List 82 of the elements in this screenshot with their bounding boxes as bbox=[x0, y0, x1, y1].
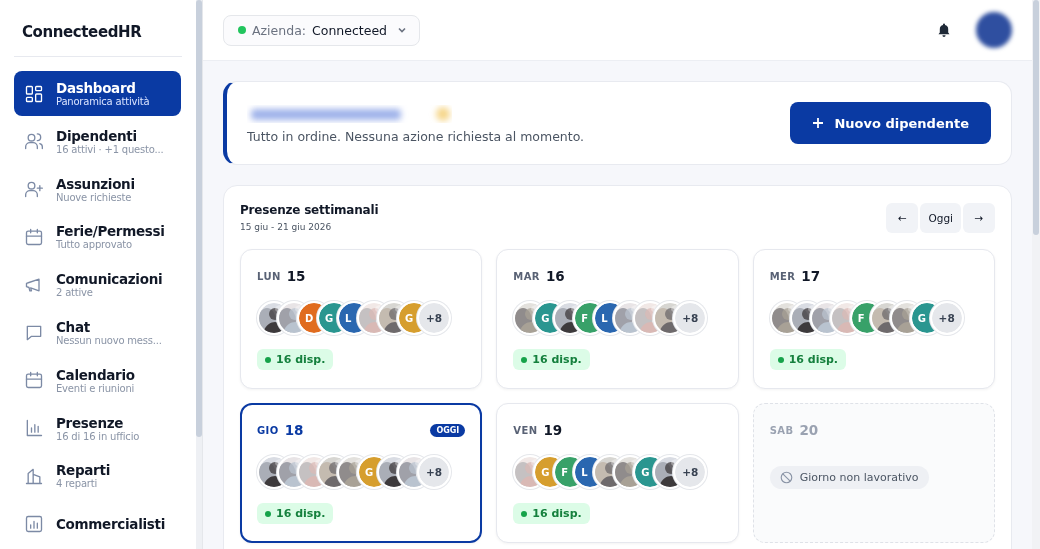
date-range: 15 giu - 21 giu 2026 bbox=[240, 222, 333, 232]
availability-badge: 16 disp. bbox=[257, 503, 334, 524]
day-number: 18 bbox=[284, 422, 304, 438]
day-number: 15 bbox=[286, 268, 306, 284]
item-label: Ferie/Permessi bbox=[56, 223, 165, 240]
availability-badge: 16 disp. bbox=[257, 349, 334, 370]
non-working-badge: Giorno non lavorativo bbox=[769, 466, 929, 489]
today-button[interactable]: Oggi bbox=[920, 203, 961, 233]
item-subtitle: 4 reparti bbox=[56, 478, 98, 490]
scrollbar-thumb[interactable] bbox=[196, 0, 202, 437]
item-subtitle: 16 di 16 in ufficio bbox=[56, 430, 140, 442]
sidebar-item[interactable]: Presenze 16 di 16 in ufficio bbox=[14, 405, 181, 451]
day-number: 19 bbox=[543, 422, 563, 438]
availability-badge: 16 disp. bbox=[513, 349, 590, 370]
sidebar-item[interactable]: Comunicazioni 2 attive bbox=[14, 262, 181, 308]
item-label: Dashboard bbox=[56, 80, 136, 97]
brand-logo: ConnecteedHR bbox=[22, 23, 142, 41]
day-card[interactable]: VEN 19 G F L G +8 16 disp. bbox=[496, 403, 739, 543]
item-subtitle: Nessun nuovo mess... bbox=[56, 335, 162, 347]
weekday-label: MER bbox=[769, 270, 796, 282]
day-number: 20 bbox=[799, 422, 819, 438]
more-count: +8 bbox=[675, 303, 706, 333]
bar-chart-icon bbox=[24, 418, 44, 439]
sidebar-item[interactable]: Assunzioni Nuove richieste bbox=[14, 166, 181, 212]
item-subtitle: Panoramica attività bbox=[56, 96, 150, 108]
item-label: Dipendenti bbox=[56, 127, 138, 144]
day-card[interactable]: SAB 20 Giorno non lavorativo bbox=[752, 403, 995, 543]
previous-week-button[interactable]: ← bbox=[886, 203, 919, 233]
item-label: Chat bbox=[56, 319, 91, 336]
item-subtitle: Tutto approvato bbox=[56, 239, 133, 251]
blocked-icon bbox=[779, 471, 793, 484]
sidebar-item[interactable]: Commercialisti bbox=[14, 501, 181, 547]
item-label: Assunzioni bbox=[56, 175, 135, 192]
today-badge: OGGI bbox=[430, 423, 466, 437]
next-week-button[interactable]: → bbox=[963, 203, 995, 233]
plus-icon bbox=[812, 117, 825, 129]
item-subtitle: 2 attive bbox=[56, 287, 94, 299]
item-label: Commercialisti bbox=[56, 515, 166, 532]
item-label: Reparti bbox=[56, 462, 110, 479]
calendar-icon bbox=[24, 226, 44, 247]
add-user-icon bbox=[24, 179, 44, 200]
more-count: +8 bbox=[931, 303, 962, 333]
chart-icon bbox=[24, 513, 44, 534]
day-card[interactable]: MER 17 F G +8 16 disp. bbox=[752, 249, 995, 389]
day-card[interactable]: MAR 16 G F L +8 16 disp. bbox=[496, 249, 739, 389]
people-icon bbox=[24, 131, 44, 152]
chevron-down-icon bbox=[397, 25, 407, 35]
sidebar-item[interactable]: Chat Nessun nuovo mess... bbox=[14, 310, 181, 356]
weekday-label: VEN bbox=[513, 424, 538, 436]
panel-title: Presenze settimanali bbox=[240, 203, 379, 217]
sidebar-item[interactable]: Dashboard Panoramica attività bbox=[14, 71, 181, 117]
sidebar-item[interactable]: Reparti 4 reparti bbox=[14, 453, 181, 499]
more-count: +8 bbox=[419, 457, 449, 487]
weekday-label: MAR bbox=[513, 270, 540, 282]
sidebar-item[interactable]: Dipendenti 16 attivi · +1 questo... bbox=[14, 118, 181, 164]
user-avatar[interactable] bbox=[976, 12, 1012, 48]
day-card[interactable]: GIO 18 OGGI G +8 16 disp. bbox=[240, 403, 483, 543]
weekday-label: SAB bbox=[769, 424, 794, 436]
item-label: Comunicazioni bbox=[56, 271, 163, 288]
weekday-label: LUN bbox=[257, 270, 281, 282]
notification-bell-icon[interactable] bbox=[936, 22, 952, 38]
item-subtitle: Nuove richieste bbox=[56, 191, 133, 203]
scrollbar-thumb[interactable] bbox=[1033, 0, 1039, 235]
item-subtitle: Eventi e riunioni bbox=[56, 382, 135, 394]
more-count: +8 bbox=[675, 457, 706, 487]
sidebar-item[interactable]: Ferie/Permessi Tutto approvato bbox=[14, 214, 181, 260]
calendar-icon bbox=[24, 370, 44, 391]
dashboard-icon bbox=[24, 83, 44, 104]
day-number: 16 bbox=[545, 268, 565, 284]
item-subtitle: 16 attivi · +1 questo... bbox=[56, 143, 164, 155]
availability-badge: 16 disp. bbox=[513, 503, 590, 524]
day-card[interactable]: LUN 15 D G L G +8 16 disp. bbox=[240, 249, 483, 389]
new-employee-button[interactable]: Nuovo dipendente bbox=[790, 102, 991, 144]
company-selector[interactable]: Azienda: Connecteed bbox=[223, 14, 420, 46]
more-count: +8 bbox=[419, 303, 449, 333]
status-message: Tutto in ordine. Nessuna azione richiesta al momento. bbox=[247, 128, 585, 144]
sidebar-item[interactable]: Calendario Eventi e riunioni bbox=[14, 357, 181, 403]
availability-badge: 16 disp. bbox=[769, 349, 847, 370]
item-label: Presenze bbox=[56, 414, 125, 431]
item-label: Calendario bbox=[56, 366, 135, 383]
weekday-label: GIO bbox=[257, 424, 279, 436]
day-number: 17 bbox=[801, 268, 821, 284]
